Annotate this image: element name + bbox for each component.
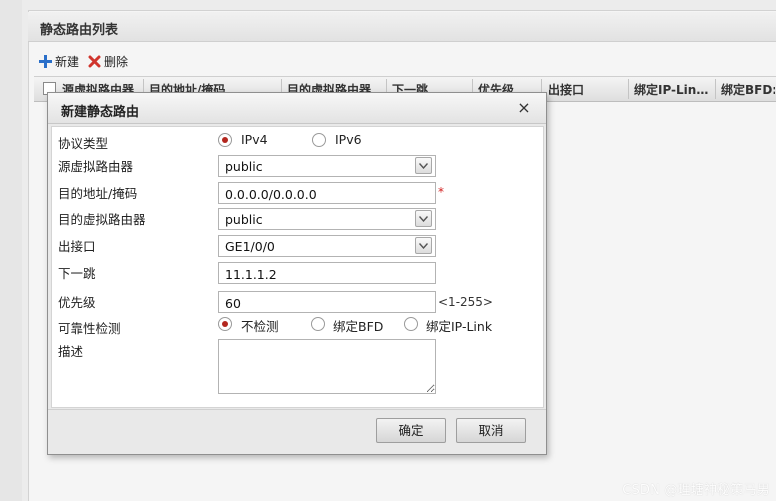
description-label: 描述 — [58, 344, 84, 359]
reliability-ip-link-radio[interactable] — [404, 317, 418, 331]
src-vrouter-select[interactable]: public — [218, 155, 436, 177]
next-hop-label: 下一跳 — [58, 266, 96, 281]
next-hop-input[interactable] — [218, 262, 436, 284]
protocol-ipv4-label[interactable]: IPv4 — [241, 132, 268, 147]
protocol-label: 协议类型 — [58, 136, 109, 151]
out-iface-label: 出接口 — [58, 239, 96, 254]
left-strip — [0, 0, 22, 501]
reliability-none-label[interactable]: 不检测 — [241, 316, 279, 335]
reliability-ip-link-label[interactable]: 绑定IP-Link — [426, 316, 492, 335]
col-header-bind-bfd[interactable]: 绑定BFD: — [721, 81, 775, 98]
protocol-ipv6-radio[interactable] — [312, 133, 326, 147]
col-header-bind-ip-link[interactable]: 绑定IP-Lin… — [634, 81, 712, 98]
panel-title: 静态路由列表 — [40, 23, 119, 38]
dest-address-input[interactable] — [218, 182, 436, 204]
priority-range-hint: <1-255> — [438, 295, 493, 309]
new-button-label: 新建 — [55, 54, 80, 69]
reliability-bfd-label[interactable]: 绑定BFD — [333, 316, 383, 335]
chevron-down-icon[interactable] — [415, 210, 432, 227]
col-separator — [715, 79, 716, 99]
dest-vrouter-select[interactable]: public — [218, 208, 436, 230]
description-textarea[interactable] — [218, 339, 436, 394]
dialog-title: 新建静态路由 — [61, 105, 140, 120]
watermark: CSDN @理塘神秘策马男 — [622, 483, 770, 498]
protocol-ipv6-label[interactable]: IPv6 — [335, 132, 362, 147]
new-button[interactable]: 新建 — [39, 52, 79, 70]
delete-button-label: 删除 — [104, 54, 129, 69]
col-header-out-iface[interactable]: 出接口 — [548, 81, 626, 98]
panel-header — [28, 12, 776, 42]
reliability-none-radio[interactable] — [218, 317, 232, 331]
src-vrouter-label: 源虚拟路由器 — [58, 159, 134, 174]
ok-button[interactable]: 确定 — [376, 418, 446, 443]
delete-icon — [88, 55, 101, 68]
dest-label: 目的地址/掩码 — [58, 186, 138, 201]
dest-vrouter-label: 目的虚拟路由器 — [58, 212, 146, 227]
reliability-label: 可靠性检测 — [58, 321, 121, 336]
delete-button[interactable]: 删除 — [88, 52, 128, 70]
reliability-bfd-radio[interactable] — [311, 317, 325, 331]
priority-label: 优先级 — [58, 295, 96, 310]
chevron-down-icon[interactable] — [415, 157, 432, 174]
close-icon[interactable]: × — [516, 99, 532, 117]
out-iface-select[interactable]: GE1/0/0 — [218, 235, 436, 257]
chevron-down-icon[interactable] — [415, 237, 432, 254]
cancel-button[interactable]: 取消 — [456, 418, 526, 443]
protocol-ipv4-radio[interactable] — [218, 133, 232, 147]
add-icon — [39, 54, 52, 68]
dialog-footer-divider — [48, 409, 546, 410]
required-mark: * — [438, 185, 444, 199]
col-separator — [628, 79, 629, 99]
priority-input[interactable] — [218, 291, 436, 313]
